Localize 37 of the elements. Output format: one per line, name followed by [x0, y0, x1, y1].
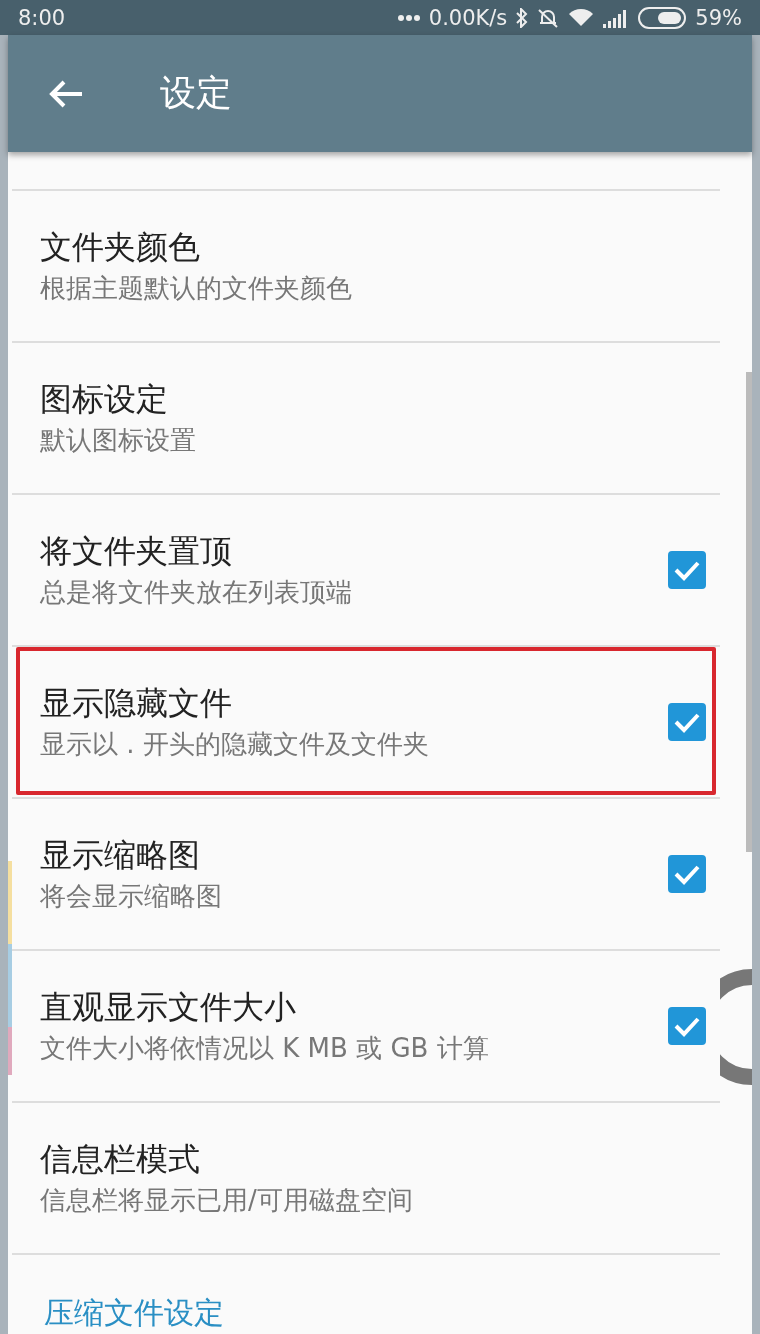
back-icon[interactable]	[48, 78, 84, 109]
settings-item[interactable]: 直观显示文件大小 文件大小将依情况以 K MB 或 GB 计算	[12, 951, 720, 1103]
setting-title: 信息栏模式	[40, 1139, 201, 1179]
setting-description: 信息栏将显示已用/可用磁盘空间	[40, 1184, 414, 1217]
setting-title: 显示缩略图	[40, 835, 201, 875]
app-title: 设定	[160, 71, 232, 116]
settings-item[interactable]: 显示隐藏文件 显示以 . 开头的隐藏文件及文件夹	[12, 647, 720, 799]
battery-icon	[638, 6, 687, 29]
muted-bell-icon	[537, 6, 560, 29]
network-speed: 0.00K/s	[428, 5, 508, 30]
checkbox[interactable]	[668, 703, 706, 741]
setting-description: 根据主题默认的文件夹颜色	[40, 272, 353, 305]
wifi-icon	[568, 7, 595, 28]
setting-description: 文件大小将依情况以 K MB 或 GB 计算	[40, 1032, 490, 1065]
setting-title: 将文件夹置顶	[40, 531, 233, 571]
setting-title: 显示隐藏文件	[40, 683, 233, 723]
bluetooth-icon	[516, 7, 529, 28]
status-time: 8:00	[18, 5, 66, 30]
settings-item[interactable]: 显示缩略图 将会显示缩略图	[12, 799, 720, 951]
setting-description: 默认图标设置	[40, 424, 197, 457]
checkbox[interactable]	[668, 1007, 706, 1045]
battery-percent: 59%	[695, 5, 742, 30]
setting-description: 将会显示缩略图	[40, 880, 223, 913]
settings-item[interactable]: 文件夹颜色 根据主题默认的文件夹颜色	[12, 191, 720, 343]
setting-title: 图标设定	[40, 379, 169, 419]
more-dots-icon	[397, 13, 420, 22]
section-header: 压缩文件设定	[44, 1295, 224, 1330]
setting-title: 直观显示文件大小	[40, 987, 297, 1027]
setting-title: 文件夹颜色	[40, 227, 201, 267]
checkbox[interactable]	[668, 855, 706, 893]
partial-ring-icon	[720, 967, 752, 1087]
setting-description: 总是将文件夹放在列表顶端	[40, 576, 353, 609]
settings-item[interactable]: 信息栏模式 信息栏将显示已用/可用磁盘空间	[12, 1103, 720, 1255]
settings-item[interactable]: 将文件夹置顶 总是将文件夹放在列表顶端	[12, 495, 720, 647]
checkbox[interactable]	[668, 551, 706, 589]
settings-item[interactable]: 图标设定 默认图标设置	[12, 343, 720, 495]
setting-description: 显示以 . 开头的隐藏文件及文件夹	[40, 728, 430, 761]
